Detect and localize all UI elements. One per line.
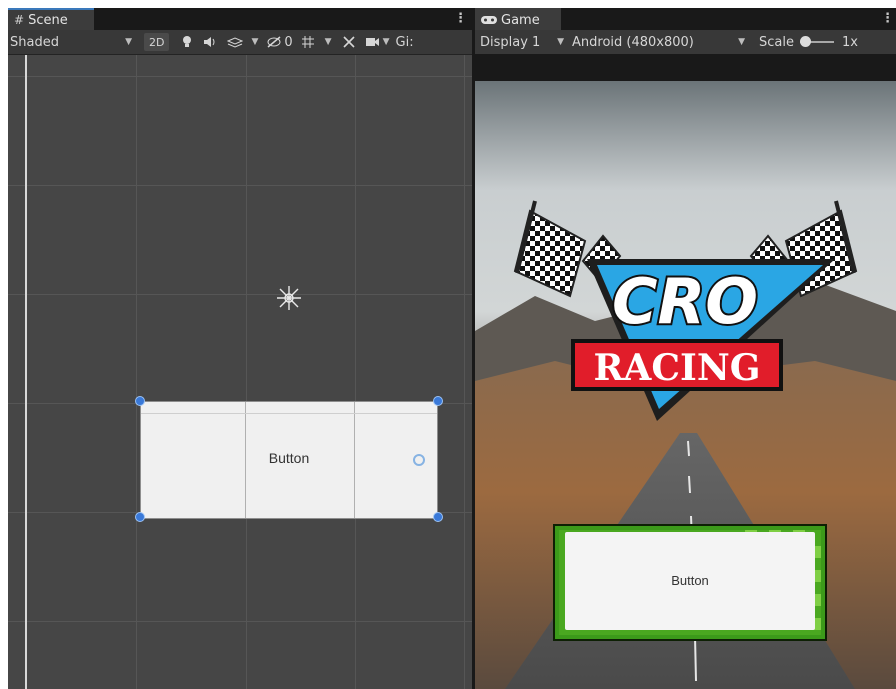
grid-line [8,76,472,77]
camera-icon [365,38,379,46]
nine-slice-guide [141,413,437,414]
tab-game-label: Game [501,12,540,28]
toggle-2d-button[interactable]: 2D [144,33,170,51]
rect-handle-top-right[interactable] [433,396,443,406]
hidden-objects-count: 0 [284,34,293,50]
chevron-down-icon: ▼ [251,37,259,47]
rect-handle-bottom-right[interactable] [433,512,443,522]
game-button-label: Button [671,573,709,588]
tab-scene-label: Scene [28,12,68,28]
grid-line [136,55,137,689]
scene-toolbar: Shaded ▼ 2D ▼ 0 ▼ ▼ Gi: [8,30,472,55]
eye-slash-icon [267,36,281,48]
logo-main-text: CRO [612,265,758,338]
scene-tabbar: # Scene ⋮ [8,8,472,30]
image-border-top [0,0,896,8]
effects-layers-icon [227,37,244,48]
grid-line [8,185,472,186]
grid-dropdown[interactable]: ▼ [325,32,332,52]
scale-control: Scale 1x [759,32,858,52]
lighting-toggle[interactable] [181,32,193,52]
scale-slider[interactable] [799,36,834,47]
logo-sub-text: RACING [594,347,761,389]
image-border-left [0,0,8,689]
grid-icon: # [14,13,25,27]
rect-handle-top-left[interactable] [135,396,145,406]
audio-toggle[interactable] [203,32,217,52]
tools-toggle[interactable] [342,32,356,52]
game-button[interactable]: Button [553,524,827,641]
directional-light-icon[interactable] [274,283,304,313]
effects-dropdown[interactable]: ▼ [251,32,258,52]
game-toolbar: Display 1 ▼ Android (480x800) ▼ Scale 1x [475,30,896,54]
scene-panel: # Scene ⋮ Shaded ▼ 2D ▼ 0 ▼ ▼ Gi: Button [8,8,472,689]
tab-scene[interactable]: # Scene [8,8,94,30]
game-view[interactable]: CRO RACING Button [475,81,896,689]
game-button-face: Button [565,532,815,630]
grid-line [355,55,356,689]
chevron-down-icon: ▼ [557,37,564,47]
gizmos-dropdown[interactable]: Gi: [396,32,414,52]
toggle-2d-label: 2D [149,35,165,49]
scene-button-label: Button [268,450,310,466]
gizmos-label: Gi: [395,34,414,50]
lightbulb-icon [183,36,192,47]
chevron-down-icon: ▼ [324,37,332,47]
grid-line [464,55,465,689]
rect-handle-bottom-left[interactable] [135,512,145,522]
resolution-label: Android (480x800) [572,34,694,50]
scale-label: Scale [759,34,794,50]
hidden-objects-toggle[interactable]: 0 [266,32,293,52]
scale-slider-handle[interactable] [799,36,811,47]
tab-game[interactable]: Game [475,8,561,30]
grid-line [8,621,472,622]
game-view-letterbox [475,54,896,81]
speaker-icon [204,37,215,47]
chevron-down-icon: ▼ [738,37,745,47]
scale-value: 1x [841,34,858,50]
gamepad-icon [481,16,497,24]
grid-line [8,294,472,295]
game-panel: Game ⋮ Display 1 ▼ Android (480x800) ▼ S… [475,8,896,689]
scene-axis-line [25,55,27,689]
scene-viewport[interactable]: Button [8,55,472,689]
display-dropdown[interactable]: Display 1 ▼ [480,32,566,52]
shading-mode-dropdown[interactable]: Shaded ▼ [10,32,138,52]
scene-panel-menu-icon[interactable]: ⋮ [454,11,467,26]
grid-snap-icon [301,36,314,48]
pivot-icon[interactable] [413,454,425,466]
scene-button-object[interactable]: Button [140,401,438,519]
camera-settings-button[interactable]: ▼ [365,32,390,52]
grid-snapping-toggle[interactable] [301,32,317,52]
checkered-flag-left-icon [513,200,587,298]
resolution-dropdown[interactable]: Android (480x800) ▼ [572,32,751,52]
display-label: Display 1 [480,34,541,50]
game-tabbar: Game ⋮ [475,8,896,30]
grid-line [246,55,247,689]
chevron-down-icon: ▼ [125,37,132,47]
tools-icon [343,36,355,48]
chevron-down-icon: ▼ [382,37,390,47]
shading-mode-label: Shaded [10,34,59,50]
game-panel-menu-icon[interactable]: ⋮ [881,11,894,26]
effects-toggle[interactable] [227,32,244,52]
